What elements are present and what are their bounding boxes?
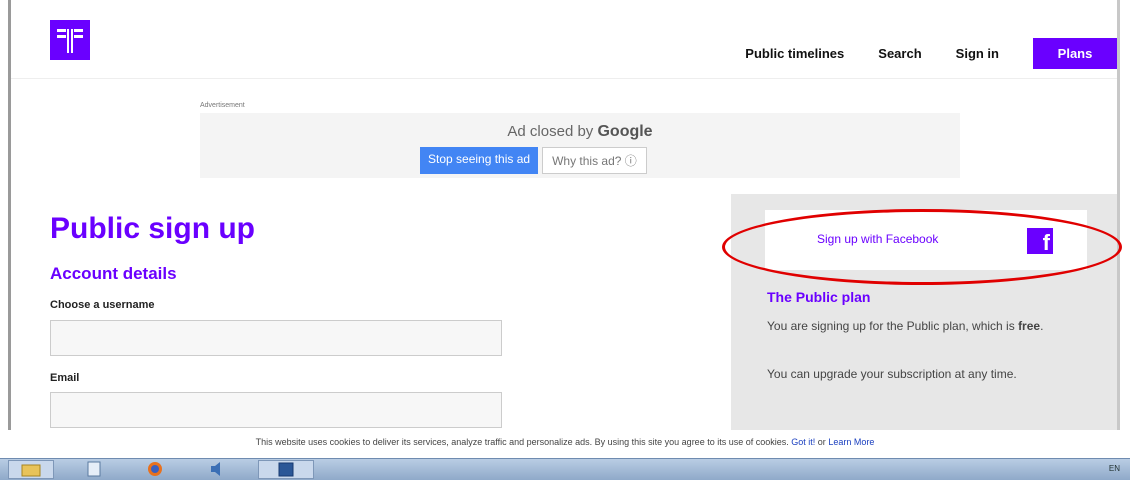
email-label: Email — [50, 372, 79, 384]
plan-description-end: . — [1040, 319, 1043, 333]
site-header: Public timelines Search Sign in Plans — [11, 0, 1117, 79]
ad-label: Advertisement — [200, 102, 245, 109]
folder-icon[interactable] — [8, 460, 54, 479]
stop-seeing-ad-button[interactable]: Stop seeing this ad — [420, 147, 538, 174]
document-icon[interactable] — [72, 460, 118, 479]
language-indicator[interactable]: EN — [1109, 464, 1120, 473]
ad-provider: Google — [597, 123, 652, 140]
word-icon[interactable] — [258, 460, 314, 479]
logo-icon[interactable] — [50, 20, 90, 60]
cookie-got-it-link[interactable]: Got it! — [791, 437, 815, 447]
page-title: Public sign up — [50, 212, 255, 246]
plan-price: free — [1018, 319, 1040, 333]
os-taskbar: EN — [0, 458, 1130, 480]
main-nav: Public timelines Search Sign in Plans — [745, 38, 1117, 69]
system-tray: EN — [1109, 464, 1120, 473]
plan-sidebar: Sign up with Facebook f The Public plan … — [731, 194, 1117, 430]
plan-title: The Public plan — [767, 289, 870, 305]
username-input[interactable] — [50, 320, 502, 356]
ad-actions: Stop seeing this ad Why this ad? ⓘ — [420, 147, 647, 174]
cookie-banner: This website uses cookies to deliver its… — [0, 437, 1130, 447]
upgrade-note: You can upgrade your subscription at any… — [767, 366, 1067, 382]
nav-search[interactable]: Search — [878, 46, 921, 61]
facebook-icon: f — [1027, 228, 1053, 254]
facebook-signup-label: Sign up with Facebook — [817, 232, 938, 246]
why-this-ad-button[interactable]: Why this ad? ⓘ — [542, 147, 647, 174]
ad-closed-message: Ad closed by Google — [200, 123, 960, 141]
facebook-signup-button[interactable]: Sign up with Facebook f — [765, 210, 1087, 270]
nav-public-timelines[interactable]: Public timelines — [745, 46, 844, 61]
speaker-icon[interactable] — [195, 460, 241, 479]
username-label: Choose a username — [50, 299, 155, 311]
plan-description: You are signing up for the Public plan, … — [767, 318, 1067, 334]
cookie-learn-more-link[interactable]: Learn More — [828, 437, 874, 447]
email-input[interactable] — [50, 392, 502, 428]
section-title: Account details — [50, 264, 177, 284]
cookie-text: This website uses cookies to deliver its… — [256, 437, 789, 447]
cookie-or: or — [818, 437, 826, 447]
nav-sign-in[interactable]: Sign in — [956, 46, 999, 61]
plan-description-text: You are signing up for the Public plan, … — [767, 319, 1015, 333]
plans-button[interactable]: Plans — [1033, 38, 1117, 69]
ad-closed-text: Ad closed by — [507, 123, 593, 140]
firefox-icon[interactable] — [133, 460, 179, 479]
ad-container: Ad closed by Google Stop seeing this ad … — [200, 113, 960, 178]
window-border-right — [1117, 0, 1120, 430]
